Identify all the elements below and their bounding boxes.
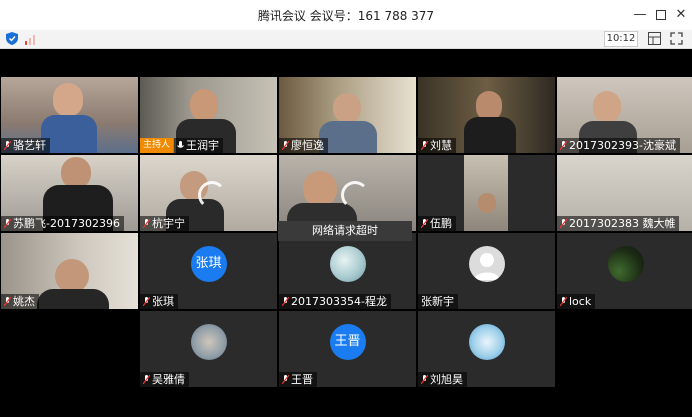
mic-muted-icon — [4, 219, 11, 228]
participant-name: 伍鹏 — [418, 216, 456, 231]
participant-name: 苏鹏飞-2017302396 — [1, 216, 124, 231]
mic-icon — [177, 141, 184, 148]
close-icon: ✕ — [675, 7, 687, 22]
participant-tile[interactable]: 杭宇宁 — [140, 155, 277, 231]
participant-tile[interactable]: 主持人 王润宇 — [140, 77, 277, 153]
avatar: 张琪 — [190, 246, 227, 282]
participant-name: 张新宇 — [418, 294, 458, 309]
participant-tile[interactable]: 吴雅倩 — [140, 311, 277, 387]
host-badge: 主持人 — [140, 138, 174, 153]
loading-spinner-icon — [341, 181, 369, 209]
mic-muted-icon — [421, 375, 428, 384]
layout-icon[interactable] — [648, 32, 661, 45]
loading-spinner-icon — [198, 181, 226, 209]
avatar — [190, 324, 227, 360]
network-timeout-toast: 网络请求超时 — [278, 221, 412, 241]
mic-muted-icon — [560, 219, 567, 228]
participant-body — [37, 289, 109, 309]
minimize-button[interactable]: — — [631, 6, 649, 24]
participant-name: 骆艺轩 — [1, 138, 50, 153]
minimize-icon: — — [633, 7, 647, 22]
participant-tile[interactable]: 苏鹏飞-2017302396 — [1, 155, 138, 231]
participant-tile[interactable]: 刘旭昊 — [418, 311, 555, 387]
participant-face — [333, 93, 361, 123]
participant-tile[interactable]: 姚杰 — [1, 233, 138, 309]
meeting-toolbar: 10:12 — [0, 30, 692, 49]
participant-name: 姚杰 — [1, 294, 39, 309]
mic-muted-icon — [421, 219, 428, 228]
participant-face — [53, 83, 83, 117]
mic-muted-icon — [143, 219, 150, 228]
participant-face — [593, 91, 621, 123]
avatar: 王晋 — [329, 324, 366, 360]
participant-name: 廖恒逸 — [279, 138, 328, 153]
participant-tile[interactable]: 廖恒逸 — [279, 77, 416, 153]
close-button[interactable]: ✕ — [672, 6, 690, 24]
mic-muted-icon — [143, 375, 150, 384]
participant-tile[interactable]: 2017302393-沈豪斌 — [557, 77, 692, 153]
participant-tile[interactable]: 2017303354-程龙 — [279, 233, 416, 309]
participant-name: lock — [557, 294, 596, 309]
participant-name: 2017303354-程龙 — [279, 294, 391, 309]
mic-muted-icon — [282, 375, 289, 384]
shield-icon[interactable] — [6, 32, 18, 45]
participant-name: 王晋 — [279, 372, 317, 387]
participant-name: 吴雅倩 — [140, 372, 189, 387]
participant-tile[interactable]: 张新宇 — [418, 233, 555, 309]
participant-name: 刘旭昊 — [418, 372, 467, 387]
mic-muted-icon — [282, 141, 289, 150]
participant-name: 2017302383 魏大帷 — [557, 216, 680, 231]
participant-tile[interactable]: 伍鹏 — [418, 155, 555, 231]
avatar — [468, 246, 505, 282]
participant-name: 2017302393-沈豪斌 — [557, 138, 680, 153]
participant-tile[interactable] — [279, 155, 416, 231]
participant-name: 刘慧 — [418, 138, 456, 153]
fullscreen-icon[interactable] — [670, 32, 683, 45]
mic-muted-icon — [4, 297, 11, 306]
mic-muted-icon — [560, 141, 567, 150]
maximize-icon — [656, 10, 666, 20]
mic-muted-icon — [4, 141, 11, 150]
participant-tile[interactable]: 骆艺轩 — [1, 77, 138, 153]
participant-name: 张琪 — [140, 294, 178, 309]
participant-tile[interactable]: 2017302383 魏大帷 — [557, 155, 692, 231]
participant-face — [190, 89, 218, 121]
meeting-time: 10:12 — [604, 31, 638, 47]
avatar — [607, 246, 644, 282]
mic-muted-icon — [282, 297, 289, 306]
mic-muted-icon — [143, 297, 150, 306]
participant-body — [464, 117, 516, 153]
participant-tile[interactable]: lock — [557, 233, 692, 309]
avatar — [329, 246, 366, 282]
participant-tile[interactable]: 王晋 王晋 — [279, 311, 416, 387]
video-grid: 骆艺轩 主持人 王润宇 廖恒逸 刘慧 2017302393-沈豪斌 苏鹏飞-20… — [0, 49, 692, 417]
mic-muted-icon — [421, 141, 428, 150]
mic-muted-icon — [560, 297, 567, 306]
participant-name: 王润宇 — [174, 138, 223, 153]
signal-icon[interactable] — [24, 33, 38, 45]
participant-face — [303, 171, 337, 207]
default-avatar-icon — [473, 253, 500, 280]
avatar — [468, 324, 505, 360]
participant-tile[interactable]: 刘慧 — [418, 77, 555, 153]
participant-tile[interactable]: 张琪 张琪 — [140, 233, 277, 309]
participant-face — [55, 259, 89, 293]
participant-face — [478, 193, 496, 213]
window-title: 腾讯会议 会议号：161 788 377 — [257, 9, 435, 23]
participant-name: 杭宇宁 — [140, 216, 189, 231]
title-bar: 腾讯会议 会议号：161 788 377 — ✕ — [0, 0, 692, 30]
maximize-button[interactable] — [652, 6, 670, 24]
